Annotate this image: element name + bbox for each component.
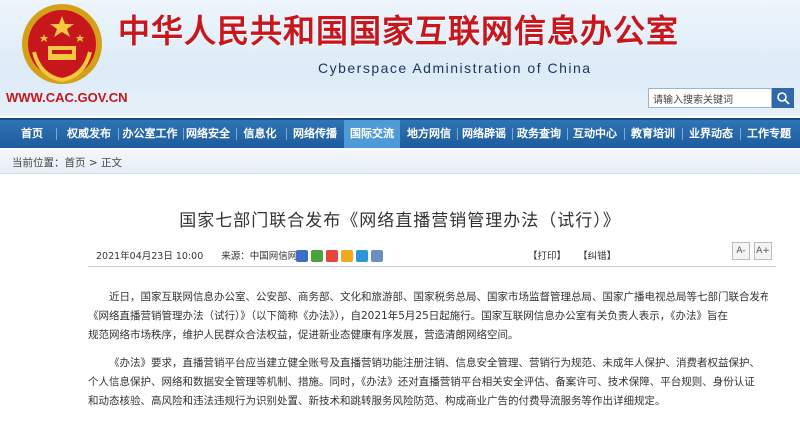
print-button[interactable]: 【打印】 (528, 251, 566, 262)
site-title: 中华人民共和国国家互联网信息办公室 (118, 12, 680, 50)
nav-item-security[interactable]: 网络安全 (184, 120, 232, 148)
share-weibo-icon[interactable] (326, 249, 338, 262)
breadcrumb-separator: > (85, 157, 101, 169)
search-input[interactable]: 请输入搜索关键词 (648, 88, 772, 108)
site-subtitle: Cyberspace Administration of China (318, 60, 592, 76)
share-qzone-icon[interactable] (341, 249, 353, 262)
article-paragraph: 近日，国家互联网信息办公室、公安部、商务部、文化和旅游部、国家税务总局、国家市场… (88, 291, 768, 341)
article-date: 2021年04月23日 10:00 (96, 251, 204, 262)
nav-item-informatization[interactable]: 信息化 (240, 120, 280, 148)
article-paragraph: 《办法》要求，直播营销平台应当建立健全账号及直播营销功能注册注销、信息安全管理、… (88, 357, 760, 407)
main-nav: 首页 权威发布 办公室工作 网络安全 信息化 网络传播 国际交流 地方网信 网络… (0, 118, 800, 148)
share-wechat-icon[interactable] (311, 249, 323, 262)
search-button[interactable] (772, 88, 794, 108)
share-plus-icon[interactable] (296, 249, 308, 262)
article-tools: 【打印】 【纠错】 (528, 248, 616, 262)
breadcrumb: 当前位置：首页 > 正文 (0, 150, 800, 174)
nav-item-communication[interactable]: 网络传播 (290, 120, 340, 148)
share-qq-icon[interactable] (356, 249, 368, 262)
nav-item-rumor[interactable]: 网络辟谣 (460, 120, 508, 148)
nav-item-home[interactable]: 首页 (18, 120, 46, 148)
site-header: 中华人民共和国国家互联网信息办公室 Cyberspace Administrat… (0, 0, 800, 116)
share-douban-icon[interactable] (371, 249, 383, 262)
breadcrumb-home[interactable]: 首页 (65, 157, 86, 169)
nav-item-industry[interactable]: 业界动态 (686, 120, 736, 148)
nav-item-education[interactable]: 教育培训 (628, 120, 678, 148)
nav-item-international[interactable]: 国际交流 (344, 120, 400, 148)
nav-item-local[interactable]: 地方网信 (404, 120, 454, 148)
font-increase-button[interactable]: A+ (754, 242, 772, 260)
font-decrease-button[interactable]: A- (732, 242, 750, 260)
nav-item-topics[interactable]: 工作专题 (744, 120, 794, 148)
nav-item-office[interactable]: 办公室工作 (120, 120, 180, 148)
article-source: 来源：中国网信网 (221, 251, 298, 262)
nav-item-interaction[interactable]: 互动中心 (570, 120, 620, 148)
article-meta: 2021年04月23日 10:00 来源：中国网信网 (96, 248, 297, 262)
national-emblem-icon (22, 4, 102, 84)
site-url[interactable]: WWW.CAC.GOV.CN (6, 90, 128, 105)
nav-item-authority[interactable]: 权威发布 (64, 120, 114, 148)
divider (88, 266, 776, 267)
search-icon (777, 92, 790, 105)
article-title: 国家七部门联合发布《网络直播营销管理办法（试行）》 (179, 211, 621, 231)
breadcrumb-current: 正文 (100, 157, 122, 169)
correction-button[interactable]: 【纠错】 (578, 251, 616, 262)
nav-item-gov-query[interactable]: 政务查询 (514, 120, 564, 148)
breadcrumb-label: 当前位置： (12, 157, 65, 169)
share-bar (296, 245, 386, 262)
